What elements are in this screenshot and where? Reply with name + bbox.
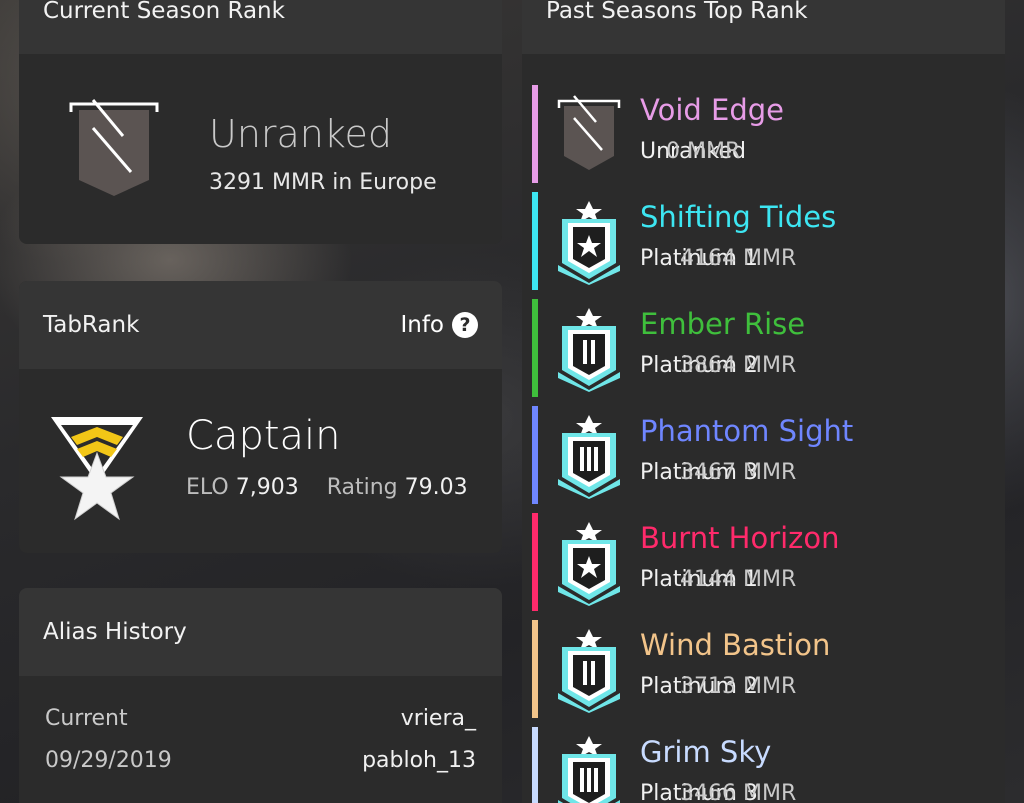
alias-date: 09/29/2019 <box>45 748 172 773</box>
current-rank: Unranked <box>209 112 393 156</box>
season-mmr: 3864 MMR <box>680 353 797 378</box>
season-color-bar <box>532 299 538 397</box>
season-name: Burnt Horizon <box>640 521 840 555</box>
unranked-icon <box>69 99 159 196</box>
current-season-panel: Current Season Rank Unranked 3291 MMR in… <box>19 0 502 244</box>
season-mmr: 3466 MMR <box>680 781 797 803</box>
season-mmr: 3467 MMR <box>680 460 797 485</box>
season-color-bar <box>532 727 538 803</box>
help-icon: ? <box>452 312 478 338</box>
season-row: Phantom Sight Platinum 3 3467 MMR <box>532 406 992 504</box>
star-icon <box>558 201 620 285</box>
tabrank-header: TabRank Info ? <box>19 281 502 369</box>
season-row: Ember Rise Platinum 2 3864 MMR <box>532 299 992 397</box>
past-seasons-title: Past Seasons Top Rank <box>546 0 808 24</box>
rating-label: Rating <box>326 475 398 500</box>
season-row: Grim Sky Platinum 3 3466 MMR <box>532 727 992 803</box>
alias-name: vriera_ <box>400 706 476 731</box>
current-mmr: 3291 MMR in Europe <box>209 170 437 195</box>
tabrank-rank-title: Captain <box>186 413 341 459</box>
season-mmr: 4144 MMR <box>680 567 797 592</box>
season-row: Burnt Horizon Platinum 1 4144 MMR <box>532 513 992 611</box>
season-name: Void Edge <box>640 93 784 127</box>
info-button[interactable]: Info ? <box>400 312 478 338</box>
three-bars-icon <box>558 736 620 803</box>
season-color-bar <box>532 620 538 718</box>
rating-value: 79.03 <box>404 475 468 500</box>
captain-badge-icon <box>51 417 143 521</box>
unranked-icon <box>557 95 621 170</box>
season-name: Wind Bastion <box>640 628 831 662</box>
season-color-bar <box>532 85 538 183</box>
season-name: Ember Rise <box>640 307 806 341</box>
tabrank-panel: TabRank Info ? Captain ELO 7,903 Rating … <box>19 281 502 553</box>
season-mmr: 0 MMR <box>666 139 741 164</box>
elo-value: 7,903 <box>235 475 299 500</box>
current-mmr-value: 3291 MMR in <box>209 170 353 195</box>
past-seasons-header: Past Seasons Top Rank <box>522 0 1005 54</box>
alias-history-header: Alias History <box>19 588 502 676</box>
season-mmr: 3713 MMR <box>680 674 797 699</box>
season-mmr: 4164 MMR <box>680 246 797 271</box>
current-region: Europe <box>359 170 437 195</box>
star-icon <box>558 522 620 606</box>
season-row: Wind Bastion Platinum 2 3713 MMR <box>532 620 992 718</box>
past-seasons-panel: Past Seasons Top Rank Void Edge Unranked 0… <box>522 0 1005 803</box>
two-bars-icon <box>558 629 620 713</box>
tabrank-stats: ELO 7,903 Rating 79.03 <box>186 475 468 500</box>
season-name: Phantom Sight <box>640 414 854 448</box>
alias-name: pabloh_13 <box>362 748 476 773</box>
alias-date: Current <box>45 706 128 731</box>
two-bars-icon <box>558 308 620 392</box>
season-color-bar <box>532 513 538 611</box>
info-label: Info <box>400 312 444 338</box>
season-row: Void Edge Unranked 0 MMR <box>532 85 992 183</box>
tabrank-title: TabRank <box>43 312 140 338</box>
current-season-title: Current Season Rank <box>43 0 285 24</box>
season-color-bar <box>532 192 538 290</box>
season-name: Grim Sky <box>640 735 772 769</box>
season-name: Shifting Tides <box>640 200 837 234</box>
elo-label: ELO <box>186 475 229 500</box>
season-row: Shifting Tides Platinum 1 4164 MMR <box>532 192 992 290</box>
alias-history-panel: Alias History Current vriera_ 09/29/2019… <box>19 588 502 803</box>
current-season-header: Current Season Rank <box>19 0 502 54</box>
season-color-bar <box>532 406 538 504</box>
three-bars-icon <box>558 415 620 499</box>
alias-history-title: Alias History <box>43 619 187 645</box>
